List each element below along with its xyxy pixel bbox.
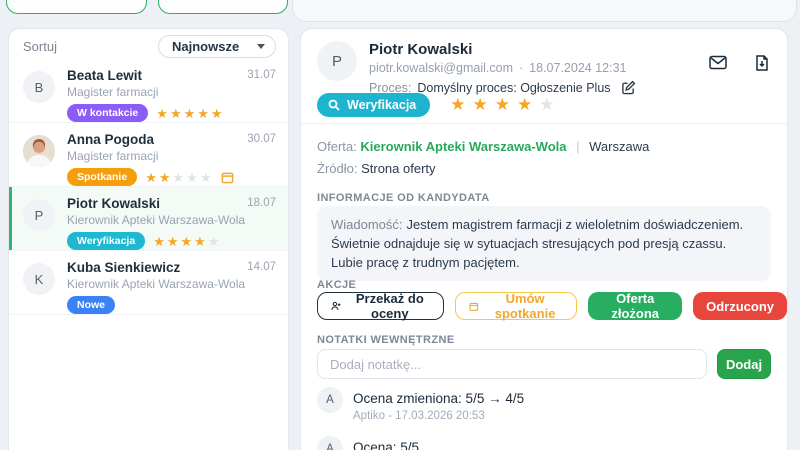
activity-meta: Aptiko - 17.03.2026 20:53 [353, 410, 485, 422]
offer-link[interactable]: Kierownik Apteki Warszawa-Wola [360, 139, 566, 154]
avatar: A [317, 387, 343, 413]
candidate-name: Piotr Kowalski [369, 41, 473, 58]
rating-stars: ★★★★★ [156, 105, 225, 121]
section-title-notes: NOTATKI WEWNĘTRZNE [317, 334, 455, 346]
cv-document-icon[interactable] [755, 55, 769, 71]
candidate-email: piotr.kowalski@gmail.com [369, 61, 513, 75]
candidate-photo [23, 135, 55, 167]
section-title-candidate-info: INFORMACJE OD KANDYDATA [317, 192, 490, 204]
calendar-icon [221, 171, 234, 184]
top-cutoff-panel [292, 0, 797, 22]
avatar: P [23, 199, 55, 231]
status-badge: Nowe [67, 296, 116, 314]
candidate-subtitle: Kierownik Apteki Warszawa-Wola [67, 277, 246, 291]
rejected-button[interactable]: Odrzucony [693, 292, 787, 320]
message-label: Wiadomość: [331, 217, 403, 232]
edit-icon[interactable] [621, 80, 636, 95]
candidate-date: 30.07 [247, 133, 276, 145]
application-datetime: 18.07.2024 12:31 [529, 61, 627, 75]
person-plus-icon [331, 301, 341, 310]
avatar: B [23, 71, 55, 103]
chevron-down-icon [257, 43, 265, 49]
schedule-meeting-button[interactable]: Umów spotkanie [455, 291, 578, 321]
candidate-subtitle: Magister farmacji [67, 149, 159, 163]
rating-stars: ★★★★★ [153, 233, 222, 249]
sort-dropdown-value: Najnowsze [172, 38, 240, 54]
note-input[interactable] [317, 349, 707, 379]
sort-dropdown[interactable]: Najnowsze [158, 34, 276, 58]
status-badge: Weryfikacja [67, 232, 146, 250]
separator-dot: · [518, 61, 524, 75]
candidate-date: 14.07 [247, 261, 276, 273]
candidate-date: 31.07 [247, 69, 276, 81]
offer-label: Oferta: [317, 139, 357, 154]
status-badge: Spotkanie [67, 168, 138, 186]
offer-made-button[interactable]: Oferta złożona [588, 291, 683, 321]
sort-label: Sortuj [23, 38, 57, 54]
rating-stars[interactable]: ★★★★★ [450, 95, 561, 115]
activity-text: Ocena: 5/5 [353, 440, 420, 450]
candidate-row-kuba-sienkiewicz[interactable]: K Kuba Sienkiewicz Kierownik Apteki Wars… [9, 251, 288, 315]
candidate-message-box: Wiadomość: Jestem magistrem farmacji z wi… [317, 206, 771, 281]
avatar: K [23, 263, 55, 295]
calendar-icon [469, 302, 479, 311]
pipe-separator: | [576, 139, 580, 154]
candidate-list-panel: Sortuj Najnowsze B Beata Lewit Magister … [8, 28, 289, 450]
avatar: P [317, 41, 357, 81]
section-title-actions: AKCJE [317, 279, 357, 291]
top-cutoff-button-2[interactable] [158, 0, 288, 14]
candidate-subtitle: Kierownik Apteki Warszawa-Wola [67, 213, 246, 227]
candidate-row-piotr-kowalski[interactable]: P Piotr Kowalski Kierownik Apteki Warsza… [9, 187, 288, 251]
offer-city: Warszawa [589, 139, 650, 154]
source-value: Strona oferty [361, 161, 436, 176]
status-badge: W kontakcie [67, 104, 149, 122]
email-icon[interactable] [709, 55, 727, 71]
sort-bar: Sortuj Najnowsze [9, 29, 288, 59]
candidate-name: Piotr Kowalski [67, 196, 161, 211]
candidate-row-anna-pogoda[interactable]: Anna Pogoda Magister farmacji 30.07 Spot… [9, 123, 288, 187]
avatar: A [317, 436, 343, 450]
activity-entry: A Ocena zmieniona: 5/5 → 4/5 Aptiko - 17… [317, 387, 771, 422]
activity-entry: A Ocena: 5/5 [317, 436, 771, 450]
candidate-subtitle: Magister farmacji [67, 85, 159, 99]
source-label: Źródło: [317, 161, 358, 176]
rating-stars: ★★★★★ [145, 169, 214, 185]
candidate-row-beata-lewit[interactable]: B Beata Lewit Magister farmacji 31.07 W … [9, 59, 288, 123]
add-note-button[interactable]: Dodaj [717, 349, 771, 379]
candidate-name: Anna Pogoda [67, 132, 154, 147]
candidate-date: 18.07 [247, 197, 276, 209]
divider [301, 123, 787, 124]
activity-text: Ocena zmieniona: 5/5 → 4/5 [353, 391, 525, 406]
search-icon [328, 99, 340, 111]
candidate-detail-panel: P Piotr Kowalski piotr.kowalski@gmail.co… [300, 28, 788, 450]
top-cutoff-button-1[interactable] [6, 0, 147, 14]
candidate-name: Kuba Sienkiewicz [67, 260, 181, 275]
activity-log: A Ocena zmieniona: 5/5 → 4/5 Aptiko - 17… [317, 387, 771, 450]
status-pill[interactable]: Weryfikacja [317, 93, 431, 117]
candidate-name: Beata Lewit [67, 68, 143, 83]
forward-to-review-button[interactable]: Przekaż do oceny [317, 291, 445, 321]
